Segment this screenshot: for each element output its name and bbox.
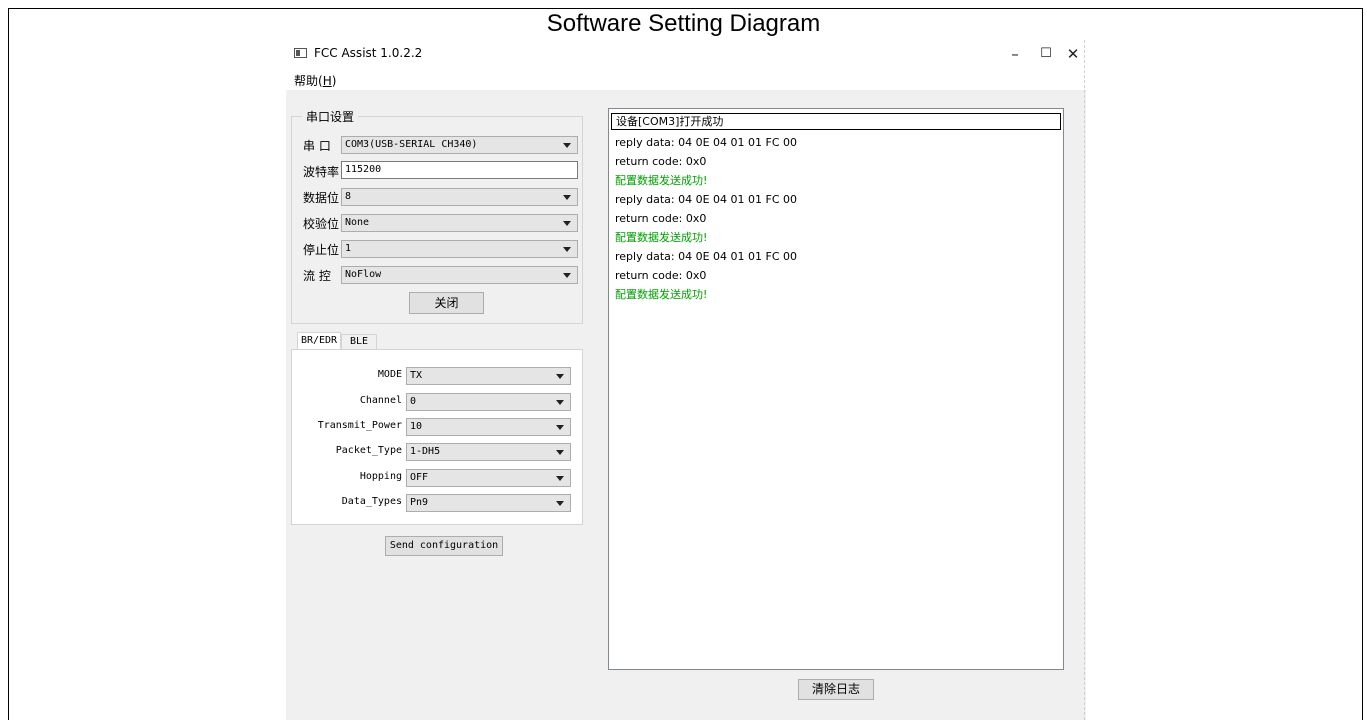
send-configuration-button[interactable]: Send configuration	[385, 536, 503, 556]
packet-type-value: 1-DH5	[410, 446, 441, 457]
log-line: reply data: 04 0E 04 01 01 FC 00	[615, 136, 797, 149]
menu-help-label: 帮助(	[294, 74, 323, 88]
channel-select[interactable]: 0	[406, 393, 571, 411]
chevron-down-icon	[563, 143, 571, 148]
channel-label: Channel	[359, 395, 402, 406]
mode-value: TX	[410, 370, 423, 381]
log-output[interactable]: 设备[COM3]打开成功 reply data: 04 0E 04 01 01 …	[608, 108, 1064, 670]
log-line: reply data: 04 0E 04 01 01 FC 00	[615, 250, 797, 263]
chevron-down-icon	[556, 400, 564, 405]
hopping-value: OFF	[410, 472, 429, 483]
databits-select[interactable]: 8	[341, 188, 578, 206]
data-types-value: Pn9	[410, 497, 429, 508]
log-line: 配置数据发送成功!	[615, 174, 708, 187]
transmit-power-value: 10	[410, 421, 423, 432]
chevron-down-icon	[556, 501, 564, 506]
transmit-power-select[interactable]: 10	[406, 418, 571, 436]
mode-select[interactable]: TX	[406, 367, 571, 385]
stopbits-select[interactable]: 1	[341, 240, 578, 258]
title-bar: FCC Assist 1.0.2.2 – ☐ ✕	[286, 40, 1086, 68]
stopbits-label: 停止位	[303, 243, 340, 257]
mode-label: MODE	[377, 369, 402, 380]
parity-select[interactable]: None	[341, 214, 578, 232]
port-value: COM3(USB-SERIAL CH340)	[345, 139, 478, 150]
chevron-down-icon	[556, 476, 564, 481]
packet-type-label: Packet_Type	[335, 445, 402, 456]
serial-settings-group: 串口设置 串 口 COM3(USB-SERIAL CH340) 波特率 1152…	[291, 108, 583, 324]
maximize-button[interactable]: ☐	[1031, 43, 1061, 65]
parity-label: 校验位	[303, 217, 340, 231]
tab-ble[interactable]: BLE	[341, 334, 377, 350]
databits-value: 8	[345, 191, 352, 202]
port-select[interactable]: COM3(USB-SERIAL CH340)	[341, 136, 578, 154]
packet-type-select[interactable]: 1-DH5	[406, 443, 571, 461]
baud-input[interactable]: 115200	[341, 161, 578, 179]
serial-group-title: 串口设置	[302, 108, 359, 125]
diagram-caption: Software Setting Diagram	[546, 10, 821, 37]
log-line: reply data: 04 0E 04 01 01 FC 00	[615, 193, 797, 206]
minimize-button[interactable]: –	[1000, 43, 1030, 65]
chevron-down-icon	[563, 273, 571, 278]
log-line: 配置数据发送成功!	[615, 231, 708, 244]
serial-close-button[interactable]: 关闭	[409, 292, 484, 314]
log-line: return code: 0x0	[615, 155, 707, 168]
transmit-power-label: Transmit_Power	[317, 420, 402, 431]
menu-bar: 帮助(H)	[286, 68, 1086, 90]
port-label: 串 口	[303, 139, 331, 153]
chevron-down-icon	[556, 450, 564, 455]
flow-label: 流 控	[303, 269, 331, 283]
flow-select[interactable]: NoFlow	[341, 266, 578, 284]
log-line: 设备[COM3]打开成功	[611, 113, 1061, 130]
parity-value: None	[345, 217, 370, 228]
log-line: 配置数据发送成功!	[615, 288, 708, 301]
baud-label: 波特率	[303, 165, 340, 179]
chevron-down-icon	[563, 247, 571, 252]
channel-value: 0	[410, 396, 417, 407]
chevron-down-icon	[563, 221, 571, 226]
app-icon	[294, 48, 307, 58]
chevron-down-icon	[563, 195, 571, 200]
stopbits-value: 1	[345, 243, 352, 254]
hopping-select[interactable]: OFF	[406, 469, 571, 487]
data-types-select[interactable]: Pn9	[406, 494, 571, 512]
log-line: return code: 0x0	[615, 212, 707, 225]
flow-value: NoFlow	[345, 269, 382, 280]
hopping-label: Hopping	[359, 471, 402, 482]
log-line: return code: 0x0	[615, 269, 707, 282]
menu-help[interactable]: 帮助(H)	[294, 72, 336, 89]
window-edge-marks	[1084, 40, 1086, 720]
br-edr-panel: MODE TX Channel 0 Transmit_Power 10 Pack…	[291, 349, 583, 525]
data-types-label: Data_Types	[341, 496, 402, 507]
menu-help-key: H	[322, 74, 332, 88]
menu-help-close: )	[331, 74, 337, 88]
chevron-down-icon	[556, 425, 564, 430]
databits-label: 数据位	[303, 191, 340, 205]
window-title: FCC Assist 1.0.2.2	[314, 46, 423, 60]
chevron-down-icon	[556, 374, 564, 379]
clear-log-button[interactable]: 清除日志	[798, 679, 874, 700]
tab-br-edr[interactable]: BR/EDR	[297, 332, 341, 350]
app-window: FCC Assist 1.0.2.2 – ☐ ✕ 帮助(H) 串口设置 串 口 …	[286, 40, 1086, 720]
